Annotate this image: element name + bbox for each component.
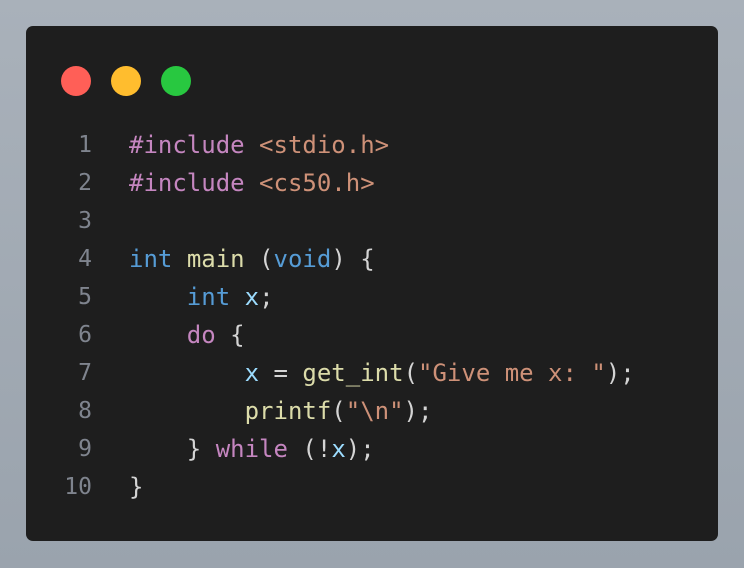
line-number: 9 (78, 436, 92, 462)
line-number: 1 (78, 132, 92, 158)
code-line: 1 #include <stdio.h> (26, 126, 718, 164)
code-token: } (129, 473, 144, 501)
code-window: 1 #include <stdio.h> 2 #include <cs50.h> 3 4 i… (26, 26, 718, 541)
code-text: } while (!x); (129, 430, 375, 468)
code-token: #include (129, 131, 245, 159)
code-token: main (186, 245, 245, 273)
code-text: int x; (129, 278, 274, 316)
maximize-button[interactable] (161, 66, 191, 96)
code-token: x (244, 283, 260, 311)
line-number: 4 (78, 246, 92, 272)
code-text: int main (void) { (129, 240, 375, 278)
code-line: 6 do { (26, 316, 718, 354)
code-token: int (186, 283, 231, 311)
minimize-button[interactable] (111, 66, 141, 96)
code-token: void (273, 245, 332, 273)
code-line: 7 x = get_int("Give me x: "); (26, 354, 718, 392)
code-text: #include <stdio.h> (129, 126, 389, 164)
code-line: 8 printf("\n"); (26, 392, 718, 430)
code-text: #include <cs50.h> (129, 164, 375, 202)
code-token: while (215, 435, 288, 463)
code-token: "Give me x: " (418, 359, 606, 387)
code-token: ); (403, 397, 433, 425)
line-number: 7 (78, 360, 92, 386)
code-token: x (244, 359, 260, 387)
code-line: 4 int main (void) { (26, 240, 718, 278)
code-text: } (129, 468, 143, 506)
line-number: 10 (64, 474, 92, 500)
code-token: "\n" (345, 397, 404, 425)
code-token: (! (287, 435, 332, 463)
window-controls (61, 66, 191, 96)
code-token: printf (244, 397, 332, 425)
line-number: 5 (78, 284, 92, 310)
code-token: ); (605, 359, 635, 387)
code-token: } (186, 435, 216, 463)
code-line: 3 (26, 202, 718, 240)
code-token: { (215, 321, 245, 349)
close-button[interactable] (61, 66, 91, 96)
code-token: <cs50.h> (259, 169, 375, 197)
code-token: ) { (331, 245, 375, 273)
code-token: ( (403, 359, 419, 387)
code-editor[interactable]: 1 #include <stdio.h> 2 #include <cs50.h> 3 4 i… (26, 126, 718, 506)
line-number: 8 (78, 398, 92, 424)
code-text: do { (129, 316, 245, 354)
code-token: <stdio.h> (259, 131, 390, 159)
code-token: ); (345, 435, 375, 463)
code-token: do (186, 321, 216, 349)
code-token: ; (259, 283, 274, 311)
code-token: get_int (302, 359, 404, 387)
code-token: #include (129, 169, 245, 197)
code-token: x (331, 435, 346, 463)
line-number: 3 (78, 208, 92, 234)
code-token: int (129, 245, 173, 273)
code-line: 2 #include <cs50.h> (26, 164, 718, 202)
code-line: 10} (26, 468, 718, 506)
code-text: x = get_int("Give me x: "); (129, 354, 635, 392)
code-token: = (259, 359, 303, 387)
code-line: 9 } while (!x); (26, 430, 718, 468)
line-number: 6 (78, 322, 92, 348)
line-number: 2 (78, 170, 92, 196)
code-line: 5 int x; (26, 278, 718, 316)
code-token: ( (331, 397, 346, 425)
code-token: ( (244, 245, 274, 273)
code-text: printf("\n"); (129, 392, 433, 430)
